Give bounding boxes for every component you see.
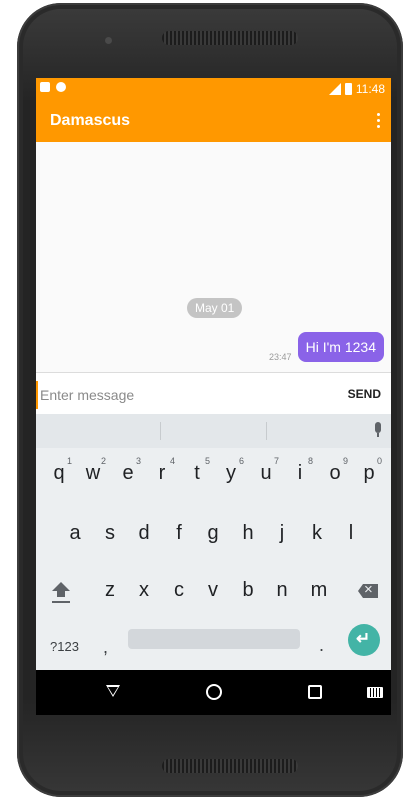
key-l[interactable]: l <box>340 522 362 545</box>
key-y[interactable]: y6 <box>220 456 244 485</box>
overflow-menu-icon[interactable] <box>377 113 381 131</box>
key-c[interactable]: c <box>168 579 190 602</box>
key-j[interactable]: j <box>271 522 293 545</box>
suggestion-divider <box>266 422 267 440</box>
suggestion-strip <box>36 414 391 448</box>
status-bar: 11:48 <box>36 78 391 102</box>
chat-title: Damascus <box>50 112 131 129</box>
notification-icon <box>40 82 50 92</box>
key-n[interactable]: n <box>271 579 293 602</box>
key-o[interactable]: o9 <box>324 456 348 485</box>
symbols-key[interactable]: ?123 <box>50 639 79 654</box>
recents-icon[interactable] <box>308 685 322 699</box>
soft-keyboard: q1 w2 e3 r4 t5 y6 u7 i8 o9 p0 a s d f g … <box>36 414 391 670</box>
key-w[interactable]: w2 <box>82 456 106 485</box>
key-e[interactable]: e3 <box>117 456 141 485</box>
key-d[interactable]: d <box>133 522 155 545</box>
battery-icon <box>344 83 352 95</box>
space-key[interactable] <box>128 629 300 649</box>
key-t[interactable]: t5 <box>186 456 210 485</box>
suggestion-divider <box>160 422 161 440</box>
signal-icon <box>328 83 341 95</box>
navigation-bar <box>36 670 391 715</box>
key-m[interactable]: m <box>306 579 332 602</box>
enter-key-icon[interactable] <box>348 624 380 656</box>
status-time: 11:48 <box>355 82 385 96</box>
backspace-key-icon[interactable] <box>358 584 378 598</box>
message-time: 23:47 <box>269 352 292 362</box>
send-button[interactable]: SEND <box>348 387 381 401</box>
key-q[interactable]: q1 <box>48 456 72 485</box>
key-h[interactable]: h <box>237 522 259 545</box>
top-speaker <box>162 31 298 45</box>
key-k[interactable]: k <box>306 522 328 545</box>
front-camera <box>105 37 112 44</box>
key-p[interactable]: p0 <box>358 456 382 485</box>
key-a[interactable]: a <box>64 522 86 545</box>
key-x[interactable]: x <box>133 579 155 602</box>
key-u[interactable]: u7 <box>255 456 279 485</box>
key-v[interactable]: v <box>202 579 224 602</box>
app-bar: Damascus <box>36 102 391 142</box>
key-s[interactable]: s <box>99 522 121 545</box>
key-r[interactable]: r4 <box>151 456 175 485</box>
keyboard-switch-icon[interactable] <box>367 687 383 698</box>
bottom-speaker <box>162 759 298 773</box>
back-icon[interactable] <box>106 685 120 697</box>
comma-key[interactable]: , <box>103 637 108 658</box>
home-icon[interactable] <box>206 684 222 700</box>
android-icon <box>56 82 66 92</box>
message-composer: SEND <box>36 372 391 415</box>
microphone-icon[interactable] <box>374 422 382 440</box>
device-screen: 11:48 Damascus May 01 23:47 Hi I'm 1234 … <box>36 78 391 715</box>
key-z[interactable]: z <box>99 579 121 602</box>
period-key[interactable]: . <box>319 635 324 656</box>
key-f[interactable]: f <box>168 522 190 545</box>
key-i[interactable]: i8 <box>289 456 313 485</box>
key-g[interactable]: g <box>202 522 224 545</box>
chat-area[interactable]: May 01 23:47 Hi I'm 1234 <box>36 142 391 372</box>
message-input[interactable] <box>36 381 330 409</box>
date-divider: May 01 <box>187 298 243 318</box>
outgoing-message-bubble[interactable]: Hi I'm 1234 <box>297 332 384 362</box>
shift-key-icon[interactable] <box>52 582 70 603</box>
key-b[interactable]: b <box>237 579 259 602</box>
